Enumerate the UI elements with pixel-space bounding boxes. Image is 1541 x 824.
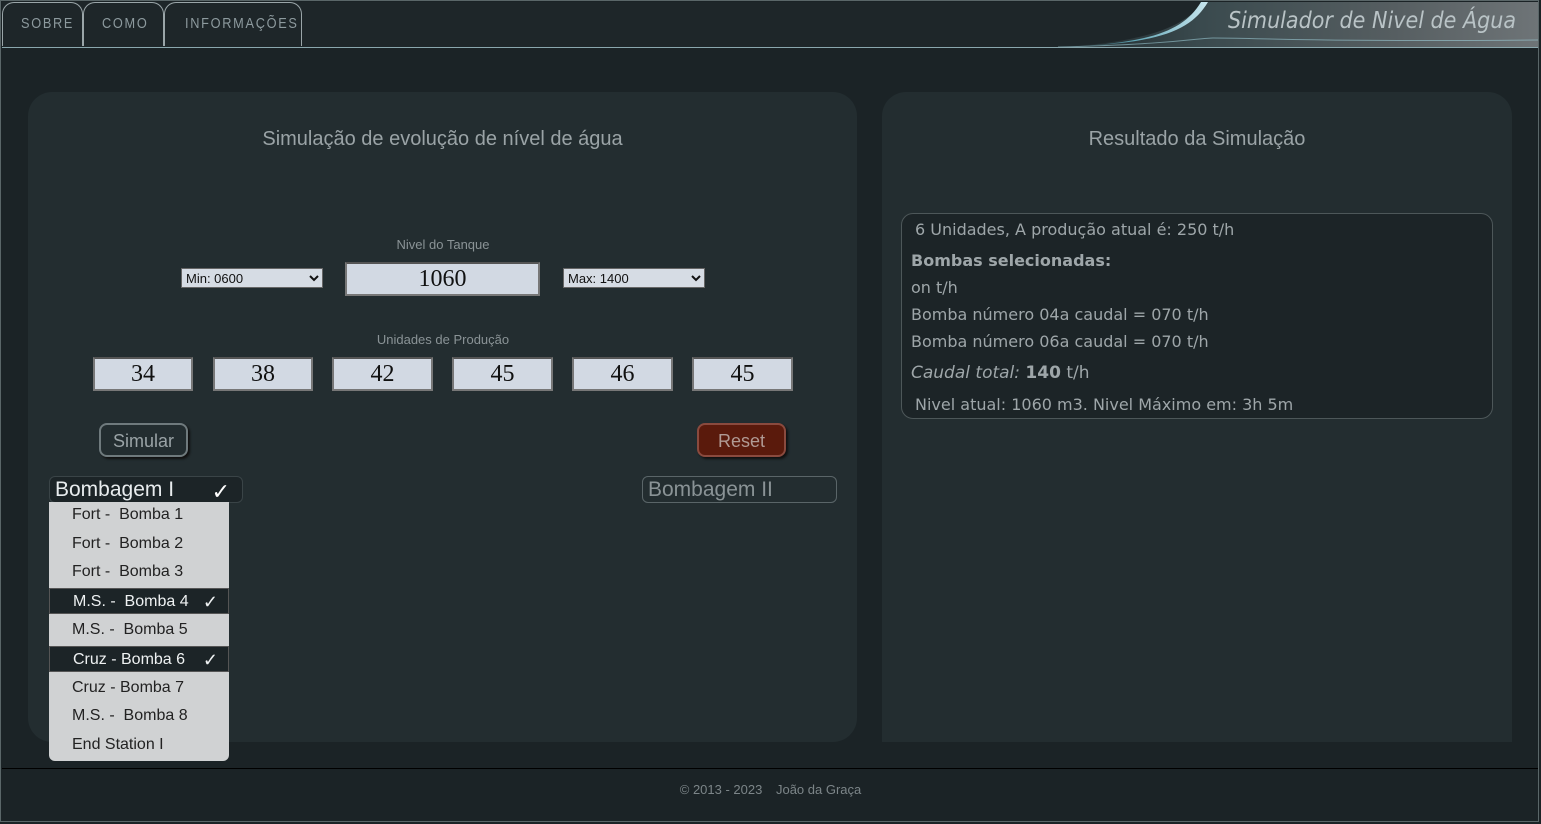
simulate-button[interactable]: Simular xyxy=(99,423,188,457)
check-icon: ✓ xyxy=(211,479,230,504)
unit-field-6[interactable]: 45 xyxy=(692,357,793,391)
pump-option-4[interactable]: M.S. - Bomba 4 ✓ xyxy=(49,588,229,614)
bombagem-1-label: Bombagem I xyxy=(55,478,175,501)
top-nav: SOBRE COMO INFORMAÇÕES Simulador de Nive… xyxy=(2,2,1538,48)
author: João da Graça xyxy=(775,782,862,797)
check-icon: ✓ xyxy=(202,592,218,612)
pump-option-5[interactable]: M.S. - Bomba 5 xyxy=(49,617,229,643)
bombagem-1-select[interactable]: Bombagem I ✓ xyxy=(49,476,243,504)
pump-option-6[interactable]: Cruz - Bomba 6 ✓ xyxy=(49,646,229,672)
pump-option-3[interactable]: Fort - Bomba 3 xyxy=(49,559,229,585)
header-logo: Simulador de Nivel de Água xyxy=(1058,2,1538,47)
results-box: 6 Unidades, A produção atual é: 250 t/h … xyxy=(901,213,1493,419)
bombagem-2-label: Bombagem II xyxy=(648,478,773,501)
total-flow-label: Caudal total: xyxy=(911,363,1020,383)
production-summary: 6 Unidades, A produção atual é: 250 t/h xyxy=(915,220,1235,239)
footer: © 2013 - 2023 João da Graça xyxy=(0,782,1541,797)
pump-option-7[interactable]: Cruz - Bomba 7 xyxy=(49,675,229,701)
bombagem-1-dropdown: Fort - Bomba 1 Fort - Bomba 2 Fort - Bom… xyxy=(49,502,229,761)
check-icon: ✓ xyxy=(202,650,218,670)
tab-informacoes[interactable]: INFORMAÇÕES xyxy=(164,2,302,46)
pump-option-end-station[interactable]: End Station I xyxy=(49,732,229,758)
level-status: Nivel atual: 1060 m3. Nivel Máximo em: 3… xyxy=(915,395,1294,414)
results-title: Resultado da Simulação xyxy=(1088,128,1306,150)
on-line: on t/h xyxy=(911,278,958,297)
unit-field-1[interactable]: 34 xyxy=(93,357,193,391)
tank-level-field[interactable]: 1060 xyxy=(345,262,540,296)
total-flow: Caudal total: 140 t/h xyxy=(911,363,1089,383)
pump-flow-line: Bomba número 04a caudal = 070 t/h xyxy=(911,305,1209,324)
unit-field-3[interactable]: 42 xyxy=(332,357,433,391)
pump-flow-line: Bomba número 06a caudal = 070 t/h xyxy=(911,332,1209,351)
unit-field-5[interactable]: 46 xyxy=(572,357,673,391)
pump-option-1[interactable]: Fort - Bomba 1 xyxy=(49,502,229,528)
production-units-label: Unidades de Produção xyxy=(376,332,510,347)
footer-divider xyxy=(2,768,1538,769)
max-level-select[interactable]: Max: 1400 xyxy=(563,268,705,288)
tab-sobre[interactable]: SOBRE xyxy=(2,2,83,46)
tank-level-label: Nivel do Tanque xyxy=(396,237,490,252)
bombagem-2-select[interactable]: Bombagem II xyxy=(642,476,837,503)
tab-como[interactable]: COMO xyxy=(83,2,164,46)
total-flow-value: 140 xyxy=(1025,363,1061,383)
selected-pumps-heading: Bombas selecionadas: xyxy=(911,251,1112,270)
total-flow-unit: t/h xyxy=(1066,363,1090,383)
app-title: Simulador de Nivel de Água xyxy=(1227,8,1516,34)
unit-field-2[interactable]: 38 xyxy=(213,357,313,391)
simulation-title: Simulação de evolução de nível de água xyxy=(262,128,623,150)
unit-field-4[interactable]: 45 xyxy=(452,357,553,391)
copyright: © 2013 - 2023 xyxy=(679,782,763,797)
reset-button[interactable]: Reset xyxy=(697,423,786,457)
pump-option-2[interactable]: Fort - Bomba 2 xyxy=(49,531,229,557)
pump-option-8[interactable]: M.S. - Bomba 8 xyxy=(49,703,229,729)
min-level-select[interactable]: Min: 0600 xyxy=(181,268,323,288)
